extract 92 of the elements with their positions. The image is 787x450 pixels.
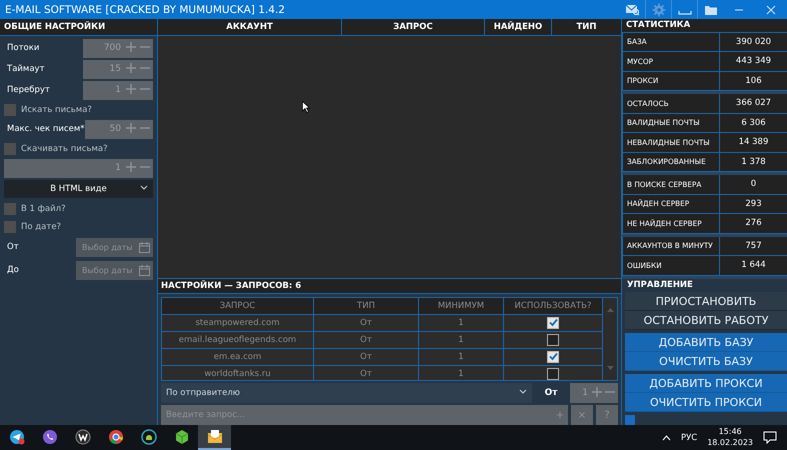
action-button[interactable]: ОЧИСТИТЬ ПРОКСИ [625, 393, 787, 412]
action-button[interactable]: ДОБАВИТЬ БАЗУ [625, 333, 787, 352]
column-header[interactable]: МИНИМУМ [419, 298, 504, 315]
table-cell: От [314, 332, 419, 349]
checkbox[interactable] [4, 220, 16, 232]
clock-date[interactable]: 18.02.2023 [707, 438, 753, 448]
checkbox[interactable] [547, 368, 559, 380]
table-cell: worldoftanks.ru [162, 366, 314, 380]
mail-search-icon[interactable] [625, 2, 639, 16]
table-cell: От [314, 366, 419, 380]
checkbox[interactable] [4, 142, 16, 154]
checkbox[interactable] [547, 350, 559, 363]
notification-icon[interactable] [763, 431, 777, 444]
table-cell: 1 [419, 314, 504, 332]
column-header[interactable]: ИСПОЛЬЗОВАТЬ? [504, 298, 603, 315]
stat-value: 443 349 [720, 52, 787, 71]
window-title: E-MAIL SOFTWARE [CRACKED BY MUMUMUCKA] 1.4.2 [5, 4, 286, 16]
checkbox-label[interactable]: По дате? [16, 222, 62, 232]
table-cell: 1 [419, 332, 504, 349]
checkbox[interactable] [547, 334, 559, 346]
checkbox-label[interactable]: Искать письма? [16, 104, 92, 114]
stat-value: 1 378 [720, 152, 787, 172]
column-header[interactable]: ТИП [314, 298, 419, 315]
envelope-icon[interactable] [206, 428, 222, 444]
taskbar-app[interactable] [198, 425, 231, 450]
column-header[interactable]: НАЙДЕНО [485, 19, 552, 35]
stat-value: 1 644 [720, 256, 787, 275]
table-cell: От [314, 348, 419, 366]
panel-header: СТАТИСТИКА [622, 19, 787, 33]
field-label: До [6, 265, 20, 275]
scrollbar[interactable] [603, 298, 617, 380]
table-cell: 1 [419, 348, 504, 366]
language-indicator[interactable]: РУС [680, 432, 698, 442]
panel-header: ОБЩИЕ НАСТРОЙКИ [0, 19, 157, 36]
stat-value: 106 [720, 72, 787, 90]
stat-value: 293 [720, 194, 787, 214]
caret-icon[interactable] [519, 389, 527, 395]
checkbox[interactable] [4, 202, 16, 214]
browser-icon[interactable] [108, 428, 124, 444]
action-button[interactable]: ПРИОСТАНОВИТЬ [625, 292, 787, 311]
column-header[interactable]: ТИП [552, 19, 621, 35]
action-button[interactable]: ОЧИСТИТЬ БАЗУ [625, 352, 787, 371]
checkbox-label[interactable]: В 1 файл? [16, 204, 66, 214]
stat-value: 14 389 [720, 133, 787, 152]
stat-value: 390 020 [720, 32, 787, 52]
field-label: Перебрут [6, 85, 51, 95]
field-label: От [544, 388, 558, 398]
scroll-down-icon[interactable] [606, 366, 614, 370]
table-cell: От [314, 314, 419, 332]
plus-icon[interactable] [126, 42, 136, 52]
scroll-up-icon[interactable] [606, 308, 614, 312]
plus-icon[interactable] [126, 122, 136, 132]
dropdown[interactable]: В HTML виде [4, 180, 153, 198]
close-icon[interactable] [766, 4, 776, 14]
table-cell: steampowered.com [162, 314, 314, 332]
field-label: Макс. чек писем* [6, 124, 84, 134]
stat-value: 757 [720, 236, 787, 256]
section-header: НАСТРОЙКИ — ЗАПРОСОВ: 6 [158, 279, 621, 294]
plus-icon[interactable] [592, 386, 602, 396]
field-label: Таймаут [6, 64, 46, 74]
plus-icon[interactable] [126, 62, 136, 72]
plus-icon[interactable] [126, 84, 136, 94]
calendar-icon[interactable] [139, 264, 150, 276]
plus-icon[interactable] [126, 162, 136, 172]
phone-bubble-icon[interactable] [42, 428, 58, 444]
robot-icon[interactable] [140, 428, 156, 444]
column-header[interactable]: ЗАПРОС [342, 19, 485, 35]
stat-value: 6 306 [720, 114, 787, 132]
action-button[interactable]: ДОБАВИТЬ ПРОКСИ [625, 374, 787, 393]
w-logo-icon[interactable] [74, 428, 90, 444]
checkbox-label[interactable]: Скачивать письма? [16, 144, 108, 154]
column-header[interactable]: АККАУНТ [158, 19, 342, 35]
cube-icon[interactable] [174, 428, 190, 444]
checkbox[interactable] [4, 104, 16, 116]
calendar-icon[interactable] [139, 242, 150, 252]
cursor-icon [302, 101, 310, 113]
stat-value: 366 027 [720, 94, 787, 113]
stat-value: 276 [720, 214, 787, 233]
clock-time[interactable]: 15:46 [718, 427, 742, 438]
field-label: От [6, 242, 20, 252]
telegram-icon[interactable] [8, 428, 24, 444]
chevron-up-icon[interactable] [662, 434, 671, 440]
stat-value: 0 [720, 175, 787, 194]
column-header[interactable]: ЗАПРОС [162, 298, 314, 315]
field-label: Потоки [6, 43, 40, 53]
checkbox[interactable] [547, 316, 559, 329]
caret-icon[interactable] [140, 185, 148, 191]
table-cell: 1 [419, 366, 504, 380]
action-button[interactable]: ОСТАНОВИТЬ РАБОТУ [625, 311, 787, 330]
table-cell: email.leagueoflegends.com [162, 332, 314, 349]
table-cell: em.ea.com [162, 348, 314, 366]
dropdown[interactable]: По отправителю [161, 383, 532, 403]
